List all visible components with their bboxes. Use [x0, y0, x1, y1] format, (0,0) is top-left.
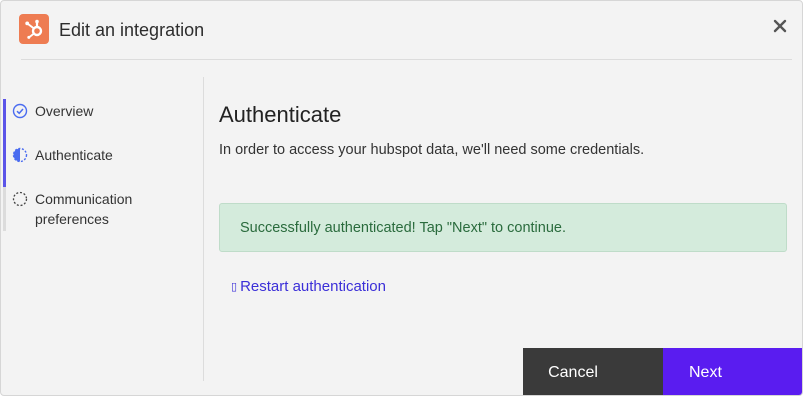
- check-circle-icon: [12, 103, 28, 119]
- page-title: Authenticate: [219, 102, 342, 127]
- edit-integration-dialog: Edit an integration Overview Authenticat…: [0, 0, 803, 396]
- step-authenticate[interactable]: Authenticate: [12, 145, 192, 165]
- success-message: Successfully authenticated! Tap "Next" t…: [240, 220, 566, 236]
- restart-label: Restart authentication: [240, 278, 386, 295]
- dialog-title: Edit an integration: [59, 20, 205, 40]
- restart-authentication-link[interactable]: ▯ Restart authentication: [231, 277, 386, 297]
- dialog-header: Edit an integration: [1, 1, 802, 59]
- step-overview[interactable]: Overview: [12, 101, 192, 121]
- hubspot-logo: [19, 14, 49, 44]
- dashed-circle-icon: [12, 191, 28, 207]
- next-button[interactable]: Next: [663, 348, 802, 395]
- step-label: Overview: [35, 103, 94, 119]
- step-label: Authenticate: [35, 147, 113, 163]
- step-communication-preferences[interactable]: Communication preferences: [12, 189, 192, 229]
- cancel-button[interactable]: Cancel: [523, 348, 663, 395]
- steps-progress-rail: [3, 99, 6, 187]
- header-divider: [21, 59, 792, 60]
- step-label: Communication preferences: [35, 191, 133, 227]
- steps-sidebar: Overview Authenticate Communication pref…: [1, 77, 204, 381]
- success-alert: Successfully authenticated! Tap "Next" t…: [219, 203, 787, 252]
- restart-icon: ▯: [231, 281, 238, 293]
- close-icon[interactable]: [769, 15, 791, 37]
- half-circle-icon: [12, 147, 28, 163]
- page-description: In order to access your hubspot data, we…: [219, 142, 645, 158]
